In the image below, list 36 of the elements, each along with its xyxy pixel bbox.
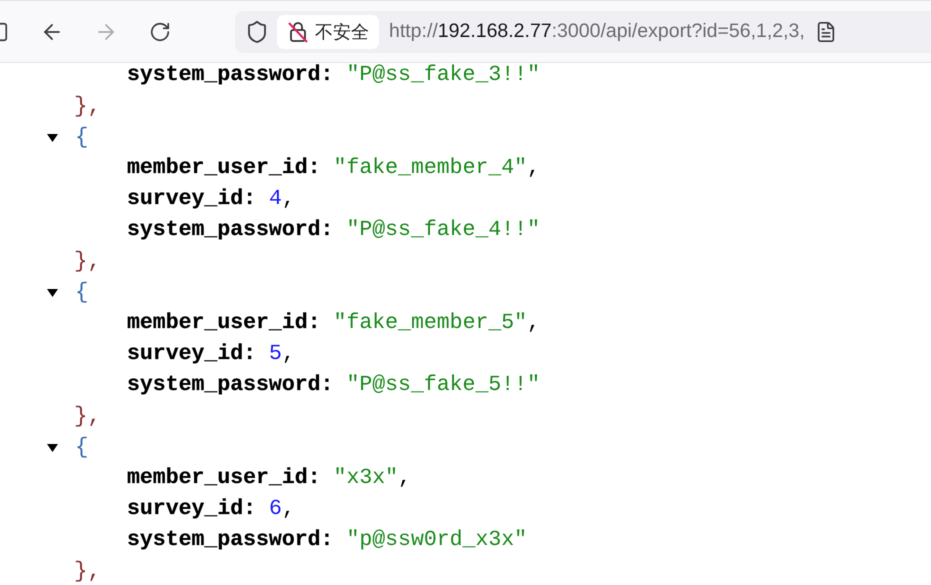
address-bar[interactable]: 不安全 http://192.168.2.77:3000/api/export?id=56,1,2,3, <box>235 10 931 52</box>
json-value: "p@ssw0rd_x3x" <box>346 527 528 554</box>
json-value: 4, <box>269 186 295 213</box>
json-key: system_password: <box>127 215 334 246</box>
reload-icon <box>149 20 171 42</box>
json-key: system_password: <box>127 60 334 91</box>
opening-brace: { <box>75 278 89 307</box>
json-key: system_password: <box>127 525 334 556</box>
collapse-toggle-icon[interactable] <box>47 288 58 298</box>
json-key: survey_id: <box>127 494 256 525</box>
json-value: 6, <box>269 496 295 523</box>
json-value: "x3x", <box>334 465 411 492</box>
json-key: member_user_id: <box>127 153 321 184</box>
json-value: "P@ss_fake_3!!" <box>346 62 540 89</box>
collapse-toggle-icon[interactable] <box>47 442 58 452</box>
collapse-toggle-icon[interactable] <box>47 132 58 142</box>
json-value: "fake_member_4", <box>334 155 540 182</box>
opening-brace: { <box>75 433 89 462</box>
json-value: "fake_member_5", <box>334 310 540 337</box>
closing-brace: }, <box>74 402 102 431</box>
url-text: http://192.168.2.77:3000/api/export?id=56,1,2,3, <box>389 20 805 43</box>
opening-brace: { <box>75 123 89 152</box>
json-key: system_password: <box>127 370 334 401</box>
json-key: member_user_id: <box>127 463 321 494</box>
json-value: 5, <box>269 341 295 368</box>
closing-brace: }, <box>74 557 102 585</box>
json-value: "P@ss_fake_5!!" <box>346 372 540 399</box>
json-key: survey_id: <box>127 339 256 370</box>
closing-brace: }, <box>74 92 102 121</box>
json-key: survey_id: <box>127 184 256 215</box>
json-value: "P@ss_fake_4!!" <box>346 217 540 244</box>
json-key: member_user_id: <box>127 308 321 339</box>
insecure-lock-icon <box>287 20 309 44</box>
shield-icon <box>245 20 269 44</box>
closing-brace: }, <box>74 247 102 276</box>
security-indicator[interactable]: 不安全 <box>277 14 379 48</box>
